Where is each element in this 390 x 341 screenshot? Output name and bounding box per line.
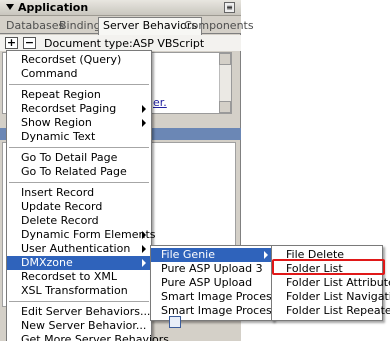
- submenu-arrow-icon: [142, 231, 146, 239]
- menu-item-user-authentication[interactable]: User Authentication: [7, 242, 151, 256]
- menu-item-folder-list-repeater[interactable]: Folder List Repeater: [272, 304, 390, 318]
- menu-item-get-more-server-behaviors[interactable]: Get More Server Behaviors...: [7, 333, 180, 341]
- menu-item-smart-image-processor-2[interactable]: Smart Image Processor 2: [151, 290, 299, 304]
- menu-item-go-to-detail-page[interactable]: Go To Detail Page: [7, 151, 151, 165]
- document-type-label: Document type:ASP VBScript: [44, 37, 205, 50]
- menu-item-label: Dynamic Form Elements: [21, 228, 156, 241]
- vertical-scrollbar[interactable]: [219, 53, 231, 113]
- menu-item-repeat-region[interactable]: Repeat Region: [7, 88, 151, 102]
- menu-item-label: User Authentication: [21, 242, 131, 255]
- submenu-arrow-icon: [142, 245, 146, 253]
- menu-item-label: DMXzone: [21, 256, 73, 269]
- menu-item-pure-asp-upload[interactable]: Pure ASP Upload: [151, 276, 273, 290]
- minus-icon[interactable]: −: [23, 37, 36, 49]
- panel-title: Application: [18, 1, 89, 14]
- server-behaviors-menu: Recordset (Query) Command Repeat Region …: [6, 50, 180, 341]
- menu-item-show-region[interactable]: Show Region: [7, 116, 151, 130]
- menu-item-update-record[interactable]: Update Record: [7, 200, 151, 214]
- menu-item-insert-record[interactable]: Insert Record: [7, 186, 151, 200]
- menu-item-dynamic-form-elements[interactable]: Dynamic Form Elements: [7, 228, 156, 242]
- dmxzone-submenu: File Genie Pure ASP Upload 3 Pure ASP Up…: [150, 245, 299, 321]
- menu-item-file-genie[interactable]: File Genie: [151, 248, 273, 262]
- panel-tabs: Databases Bindings Server Behaviors Comp…: [0, 16, 254, 35]
- menu-item-folder-list-attribute[interactable]: Folder List Attribute: [272, 276, 390, 290]
- submenu-arrow-icon: [142, 119, 146, 127]
- menu-separator: [9, 147, 149, 148]
- scroll-down-arrow-icon[interactable]: [219, 101, 231, 113]
- menu-item-label: Show Region: [21, 116, 92, 129]
- menu-separator: [9, 182, 149, 183]
- menu-item-pure-asp-upload-3[interactable]: Pure ASP Upload 3: [151, 262, 273, 276]
- instructions-link-fragment[interactable]: er.: [153, 96, 167, 109]
- menu-item-dmxzone[interactable]: DMXzone: [7, 256, 151, 270]
- menu-item-label: Recordset Paging: [21, 102, 117, 115]
- menu-separator: [9, 301, 149, 302]
- panel-title-bar[interactable]: Application ≡: [0, 0, 241, 16]
- menu-item-dynamic-text[interactable]: Dynamic Text: [7, 130, 151, 144]
- panel-options-icon[interactable]: ≡: [224, 2, 235, 13]
- menu-item-edit-server-behaviors[interactable]: Edit Server Behaviors...: [7, 305, 151, 319]
- submenu-arrow-icon: [142, 105, 146, 113]
- collapse-arrow-icon[interactable]: [6, 4, 14, 10]
- toolbar-row: + − Document type:ASP VBScript: [0, 35, 241, 51]
- menu-item-xsl-transformation[interactable]: XSL Transformation: [7, 284, 151, 298]
- menu-item-recordset-paging[interactable]: Recordset Paging: [7, 102, 151, 116]
- menu-item-recordset-to-xml[interactable]: Recordset to XML: [7, 270, 151, 284]
- selection-highlight-outline: [272, 259, 385, 275]
- file-genie-submenu: File Delete Folder List Folder List Attr…: [271, 245, 390, 321]
- menu-item-recordset-query[interactable]: Recordset (Query): [7, 53, 151, 67]
- menu-item-label: File Genie: [161, 248, 215, 261]
- tab-components[interactable]: Components: [180, 18, 258, 34]
- plus-icon[interactable]: +: [5, 37, 18, 49]
- submenu-arrow-icon: [264, 251, 268, 259]
- menu-item-new-server-behavior[interactable]: New Server Behavior...: [7, 319, 151, 333]
- scroll-up-arrow-icon[interactable]: [219, 53, 231, 65]
- submenu-arrow-icon: [142, 259, 146, 267]
- document-icon: [169, 316, 181, 328]
- menu-item-folder-list-navigation[interactable]: Folder List Navigation: [272, 290, 390, 304]
- menu-item-command[interactable]: Command: [7, 67, 151, 81]
- menu-separator: [9, 84, 149, 85]
- menu-item-delete-record[interactable]: Delete Record: [7, 214, 151, 228]
- menu-item-go-to-related-page[interactable]: Go To Related Page: [7, 165, 151, 179]
